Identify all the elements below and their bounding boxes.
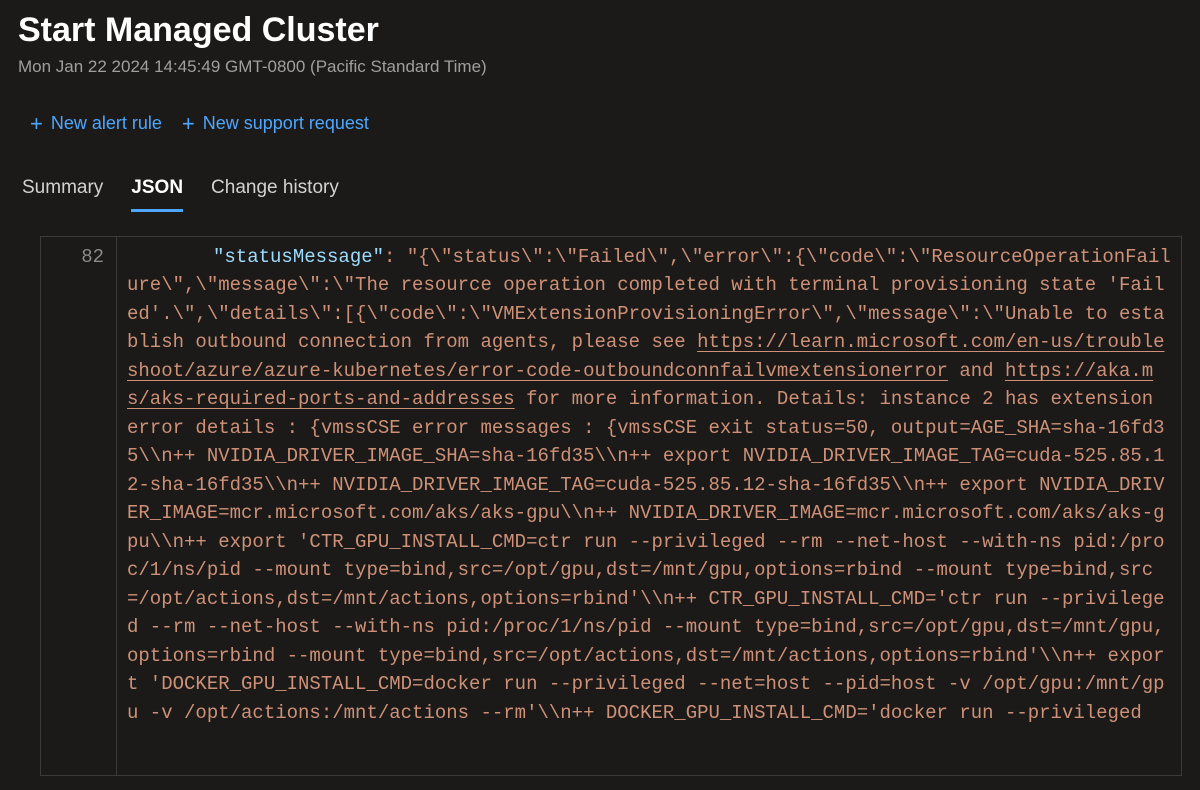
line-number: 82	[49, 243, 104, 272]
toolbar: + New alert rule + New support request	[18, 111, 1182, 137]
page-subtitle: Mon Jan 22 2024 14:45:49 GMT-0800 (Pacif…	[18, 57, 1182, 77]
page-root: Start Managed Cluster Mon Jan 22 2024 14…	[0, 0, 1200, 776]
new-support-request-button[interactable]: + New support request	[182, 111, 369, 137]
json-code[interactable]: "statusMessage": "{\"status\":\"Failed\"…	[117, 237, 1181, 775]
page-title: Start Managed Cluster	[18, 10, 1182, 51]
line-gutter: 82	[41, 237, 117, 775]
json-key: "statusMessage"	[213, 246, 384, 268]
new-support-request-label: New support request	[203, 113, 369, 134]
tab-bar: Summary JSON Change history	[18, 177, 1182, 212]
json-viewer: 82 "statusMessage": "{\"status\":\"Faile…	[40, 236, 1182, 776]
json-value-between: and	[948, 360, 1005, 382]
new-alert-rule-button[interactable]: + New alert rule	[30, 111, 162, 137]
plus-icon: +	[182, 113, 195, 135]
json-value-part-2: for more information. Details: instance …	[127, 388, 1165, 724]
tab-json[interactable]: JSON	[131, 177, 183, 212]
plus-icon: +	[30, 113, 43, 135]
tab-summary[interactable]: Summary	[22, 177, 103, 212]
new-alert-rule-label: New alert rule	[51, 113, 162, 134]
tab-change-history[interactable]: Change history	[211, 177, 339, 212]
